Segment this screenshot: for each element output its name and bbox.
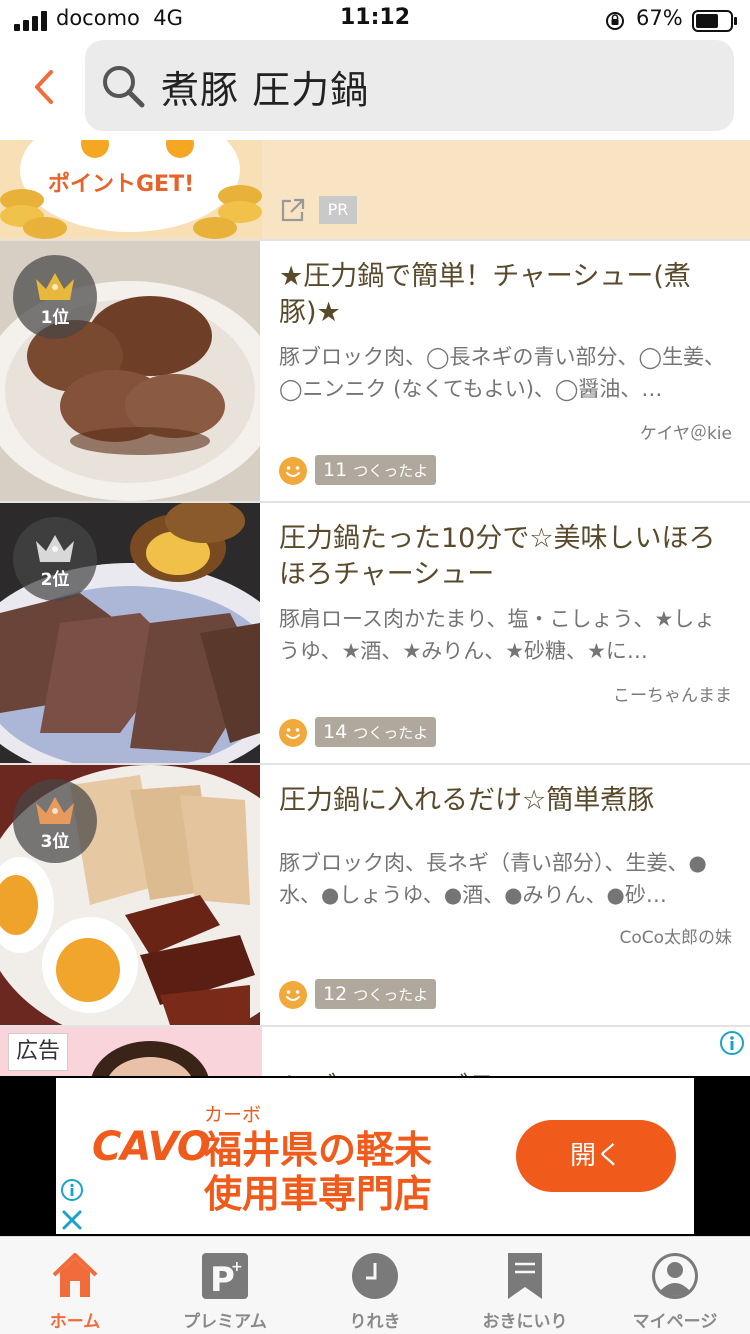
search-header: 煮豚 圧力鍋 <box>0 40 750 140</box>
profile-icon <box>652 1253 698 1299</box>
recipe-ingredients: 豚ブロック肉、長ネギ（青い部分）、生姜、●水、●しょうゆ、●酒、●みりん、●砂… <box>279 851 707 907</box>
home-icon <box>52 1253 98 1297</box>
tsukurepo-label: つくったよ <box>353 986 429 1004</box>
recipe-image: 2位 <box>0 503 260 763</box>
recipe-author[interactable]: こーちゃんまま <box>613 681 732 706</box>
ad-tag: 広告 <box>8 1033 69 1071</box>
pr-badge: PR <box>319 196 357 224</box>
bottom-tab-bar: ホーム P + プレミアム りれき おきにいり マイページ <box>0 1236 750 1334</box>
recipe-title[interactable]: ★圧力鍋で簡単！チャーシュー(煮豚)★ <box>279 259 734 331</box>
tab-label: りれき <box>349 1312 401 1332</box>
info-icon[interactable] <box>719 1030 745 1056</box>
recipe-title[interactable]: 圧力鍋たった10分で☆美味しいほろほろチャーシュー <box>279 521 734 593</box>
pr-card[interactable]: ポイントGET! PR <box>0 140 750 241</box>
recipe-ingredients: 豚肩ロース肉かたまり、塩・こしょう、★しょうゆ、★酒、★みりん、★砂糖、★に… <box>279 607 716 663</box>
banner-subtitle: カーボ <box>204 1104 262 1126</box>
tsukurepo-label: つくったよ <box>353 724 429 742</box>
search-input[interactable]: 煮豚 圧力鍋 <box>85 40 734 131</box>
cavo-logo: CAVO <box>92 1124 211 1170</box>
tab-favorites[interactable]: おきにいり <box>450 1237 600 1334</box>
external-link-icon[interactable] <box>279 196 307 224</box>
banner-ad[interactable]: CAVO カーボ 福井県の軽未 使用車専門店 開く <box>0 1076 750 1236</box>
recipe-image: 1位 <box>0 241 260 501</box>
crown-icon <box>36 535 74 562</box>
svg-text:+: + <box>231 1259 243 1275</box>
pr-coins-image: ポイントGET! <box>0 140 262 239</box>
battery-icon <box>692 10 737 32</box>
tab-label: ホーム <box>49 1312 101 1332</box>
smile-icon <box>279 719 307 747</box>
tab-label: おきにいり <box>482 1312 568 1332</box>
tsukurepo-number: 14 <box>323 721 348 743</box>
banner-headline-line2: 使用車専門店 <box>204 1172 433 1216</box>
rank-label: 1位 <box>40 308 70 328</box>
battery-percent: 67% <box>636 6 683 30</box>
banner-headline: 福井県の軽未 使用車専門店 <box>204 1128 432 1216</box>
rank-badge: 1位 <box>13 255 97 339</box>
bookmark-icon <box>508 1253 542 1299</box>
recipe-image: 3位 <box>0 765 260 1025</box>
recipe-card-1[interactable]: 1位 ★圧力鍋で簡単！チャーシュー(煮豚)★ 豚ブロック肉、◯長ネギの青い部分、… <box>0 241 750 503</box>
status-bar: docomo 4G 11:12 67% <box>0 0 750 40</box>
recipe-feed[interactable]: ポイントGET! PR 1位 ★圧力鍋で簡単！チャーシュー(煮豚)★ 豚ブロック… <box>0 140 750 1076</box>
tsukurepo-label: つくったよ <box>353 462 429 480</box>
rank-label: 3位 <box>40 832 70 852</box>
recipe-title[interactable]: 圧力鍋に入れるだけ☆簡単煮豚 <box>279 783 734 819</box>
banner-headline-line1: 福井県の軽未 <box>204 1128 433 1172</box>
smile-icon <box>279 457 307 485</box>
tab-label: プレミアム <box>183 1312 267 1332</box>
tab-mypage[interactable]: マイページ <box>600 1237 750 1334</box>
rotation-lock-icon <box>606 12 624 30</box>
ad-card-image: 広告 <box>0 1027 262 1076</box>
open-button[interactable]: 開く <box>516 1120 676 1192</box>
tab-history[interactable]: りれき <box>300 1237 450 1334</box>
tab-label: マイページ <box>632 1312 718 1332</box>
rank-badge: 3位 <box>13 779 97 863</box>
recipe-author[interactable]: ケイヤ＠kie <box>640 419 732 444</box>
tsukurepo-number: 11 <box>323 459 348 481</box>
smile-icon <box>279 981 307 1009</box>
tab-home[interactable]: ホーム <box>0 1237 150 1334</box>
tsukurepo-number: 12 <box>323 983 348 1005</box>
back-button[interactable] <box>24 62 64 112</box>
history-icon <box>352 1253 398 1299</box>
recipe-card-2[interactable]: 2位 圧力鍋たった10分で☆美味しいほろほろチャーシュー 豚肩ロース肉かたまり、… <box>0 503 750 765</box>
tab-premium[interactable]: P + プレミアム <box>150 1237 300 1334</box>
premium-icon: P + <box>202 1253 248 1300</box>
ad-card[interactable]: 広告 レディースアデランスのステ… <box>0 1027 750 1076</box>
rank-badge: 2位 <box>13 517 97 601</box>
chevron-left-icon <box>35 70 53 104</box>
rank-label: 2位 <box>40 570 70 590</box>
crown-icon <box>36 273 74 300</box>
pr-promo-text: ポイントGET! <box>48 172 195 197</box>
recipe-card-3[interactable]: 3位 圧力鍋に入れるだけ☆簡単煮豚 豚ブロック肉、長ネギ（青い部分）、生姜、●水… <box>0 765 750 1027</box>
search-icon <box>103 66 145 108</box>
recipe-author[interactable]: CoCo太郎の妹 <box>619 923 732 948</box>
close-icon[interactable] <box>60 1208 84 1232</box>
search-query: 煮豚 圧力鍋 <box>161 68 370 112</box>
banner-ad-content[interactable]: CAVO カーボ 福井県の軽未 使用車専門店 開く <box>56 1078 694 1234</box>
crown-icon <box>36 797 74 824</box>
info-icon[interactable] <box>60 1178 84 1202</box>
ad-card-title: レディースアデランスのステ… <box>282 1065 656 1076</box>
recipe-ingredients: 豚ブロック肉、◯長ネギの青い部分、◯生姜、◯ニンニク (なくてもよい)、◯醤油、… <box>279 345 726 401</box>
